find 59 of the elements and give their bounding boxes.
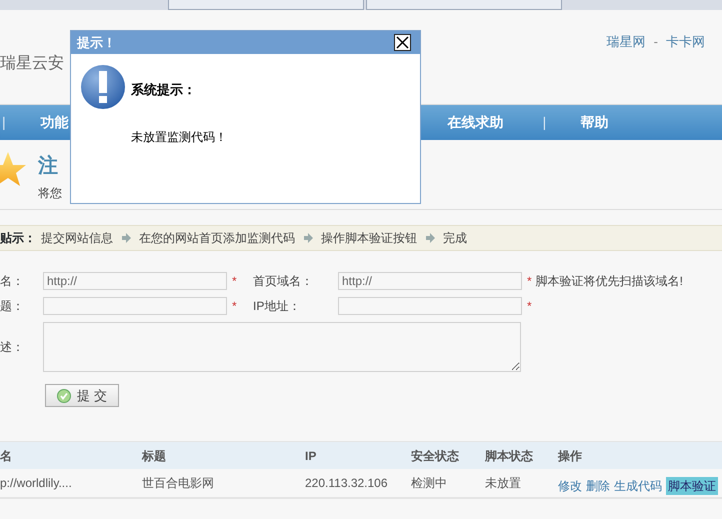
close-button[interactable]	[394, 34, 411, 51]
column-header: 安全状态	[411, 448, 460, 464]
page-title: 注	[38, 152, 59, 179]
required-mark: *	[526, 273, 532, 290]
arrow-icon	[303, 233, 313, 243]
input-field[interactable]	[338, 297, 522, 315]
browser-tab[interactable]	[168, 0, 364, 10]
arrow-icon	[425, 233, 435, 243]
step-text: 提交网站信息	[41, 230, 113, 247]
column-header: 操作	[558, 448, 582, 464]
table-cell-text: 检测中	[411, 475, 448, 492]
dialog-heading: 系统提示：	[131, 81, 197, 99]
nav-link[interactable]: 帮助	[580, 112, 608, 133]
action-link[interactable]: 修改	[558, 476, 582, 494]
header-link[interactable]: 卡卡网	[666, 32, 705, 52]
separator-text: -	[654, 33, 658, 51]
field-label: IP地址：	[253, 298, 302, 315]
field-label: 题：	[0, 298, 25, 315]
input-field[interactable]: http://	[43, 272, 227, 290]
step-text: 操作脚本验证按钮	[321, 230, 417, 247]
nav-separator: |	[2, 113, 6, 132]
submit-button[interactable]: 提 交	[45, 384, 119, 407]
column-header: IP	[305, 448, 318, 464]
star-icon	[0, 150, 26, 188]
column-header: 标题	[142, 448, 167, 464]
column-header: 脚本状态	[485, 448, 534, 464]
field-label: 名：	[0, 273, 25, 290]
nav-link[interactable]: 功能	[40, 112, 69, 133]
field-label: 首页域名：	[253, 273, 314, 290]
field-label: 述：	[0, 339, 25, 356]
step-text: 完成	[443, 230, 467, 247]
nav-separator: |	[542, 113, 546, 132]
nav-link[interactable]: 在线求助	[448, 112, 504, 133]
dialog-title: 提示！	[77, 34, 116, 52]
browser-tab[interactable]	[366, 0, 562, 10]
dialog-message: 未放置监测代码！	[131, 128, 227, 146]
table-cell-text: 未放置	[485, 475, 522, 492]
page-subtitle: 将您	[38, 185, 62, 202]
description-field[interactable]	[43, 322, 521, 372]
required-mark: *	[231, 273, 238, 290]
table-cell-text: p://worldlily....	[0, 475, 73, 492]
site-name: 瑞星云安	[0, 54, 64, 74]
tips-label: 贴示：	[0, 230, 36, 247]
action-link[interactable]: 删除	[586, 476, 610, 494]
required-mark: *	[526, 298, 532, 315]
exclamation-icon	[80, 64, 126, 110]
input-field[interactable]	[43, 297, 227, 315]
column-header: 名	[0, 448, 13, 464]
action-link[interactable]: 生成代码	[614, 476, 662, 494]
field-note: 脚本验证将优先扫描该域名!	[536, 273, 684, 290]
header-link[interactable]: 瑞星网	[606, 32, 646, 52]
required-mark: *	[231, 298, 238, 315]
step-text: 在您的网站首页添加监测代码	[139, 230, 295, 247]
table-cell-text: 220.113.32.106	[305, 475, 389, 492]
table-cell-text: 世百合电影网	[142, 475, 215, 492]
arrow-icon	[121, 233, 131, 243]
verify-button[interactable]: 脚本验证	[666, 476, 718, 494]
check-circle-icon	[57, 388, 72, 402]
input-field[interactable]: http://	[338, 272, 522, 290]
